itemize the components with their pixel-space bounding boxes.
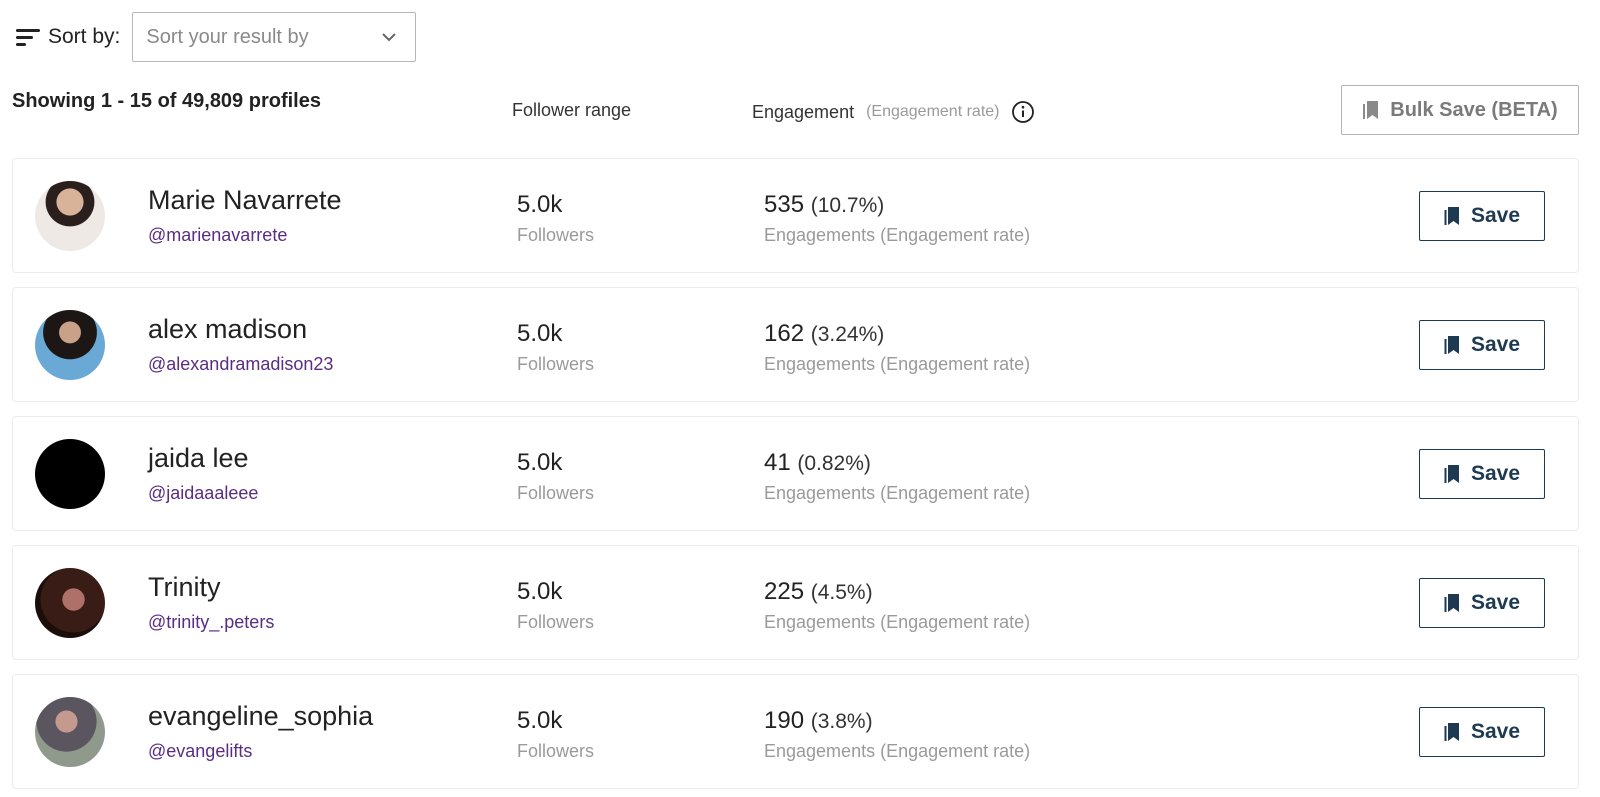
engagement-rate-header-label: (Engagement rate) xyxy=(866,103,1000,120)
save-button[interactable]: Save xyxy=(1419,578,1545,628)
avatar[interactable] xyxy=(35,568,105,638)
save-label: Save xyxy=(1470,591,1521,614)
profile-handle[interactable]: @evangelifts xyxy=(148,741,252,762)
chevron-down-icon xyxy=(382,33,397,42)
profile-handle[interactable]: @trinity_.peters xyxy=(148,612,274,633)
profile-name[interactable]: Trinity xyxy=(148,572,221,603)
engagements-count: 162 xyxy=(764,320,805,347)
profile-name[interactable]: evangeline_sophia xyxy=(148,701,373,732)
engagement-value: 535 (10.7%) xyxy=(764,191,884,219)
engagements-count: 225 xyxy=(764,578,805,605)
save-button[interactable]: Save xyxy=(1419,320,1545,370)
info-icon[interactable] xyxy=(1011,100,1035,124)
save-label: Save xyxy=(1470,462,1521,485)
bookmark-icon xyxy=(1444,336,1459,354)
avatar[interactable] xyxy=(35,439,105,509)
engagement-label: Engagements (Engagement rate) xyxy=(764,354,1031,374)
followers-count: 5.0k xyxy=(517,191,563,218)
followers-count: 5.0k xyxy=(517,707,563,734)
sort-label: Sort by: xyxy=(48,25,121,48)
save-button[interactable]: Save xyxy=(1419,707,1545,757)
engagement-label: Engagements (Engagement rate) xyxy=(764,612,1031,632)
engagement-value: 190 (3.8%) xyxy=(764,707,873,735)
followers-label: Followers xyxy=(517,354,595,374)
sort-bar: Sort by: Sort your result by xyxy=(14,12,417,62)
engagement-rate: (3.8%) xyxy=(810,710,873,733)
profile-handle[interactable]: @marienavarrete xyxy=(148,225,287,246)
profile-row: evangeline_sophia @evangelifts 5.0k Foll… xyxy=(12,674,1579,789)
avatar[interactable] xyxy=(35,697,105,767)
engagement-rate: (3.24%) xyxy=(810,323,885,346)
profile-name[interactable]: Marie Navarrete xyxy=(148,185,342,216)
profile-handle[interactable]: @jaidaaaleee xyxy=(148,483,258,504)
bookmark-icon xyxy=(1444,594,1459,612)
engagement-label: Engagements (Engagement rate) xyxy=(764,741,1031,761)
save-label: Save xyxy=(1470,333,1521,356)
bookmark-icon xyxy=(1444,207,1459,225)
followers-label: Followers xyxy=(517,612,595,632)
followers-label: Followers xyxy=(517,741,595,761)
save-button[interactable]: Save xyxy=(1419,191,1545,241)
engagement-rate: (4.5%) xyxy=(810,581,873,604)
profile-row: jaida lee @jaidaaaleee 5.0k Followers 41… xyxy=(12,416,1579,531)
bulk-save-button[interactable]: Bulk Save (BETA) xyxy=(1341,85,1579,135)
engagement-value: 41 (0.82%) xyxy=(764,449,871,477)
engagement-rate: (0.82%) xyxy=(797,452,871,475)
engagement-label: Engagements (Engagement rate) xyxy=(764,483,1031,503)
column-header-follower-range: Follower range xyxy=(512,100,632,120)
followers-count: 5.0k xyxy=(517,449,563,476)
engagements-count: 190 xyxy=(764,707,805,734)
engagements-count: 535 xyxy=(764,191,805,218)
avatar[interactable] xyxy=(35,181,105,251)
bookmark-icon xyxy=(1444,723,1459,741)
followers-label: Followers xyxy=(517,483,595,503)
results-summary: Showing 1 - 15 of 49,809 profiles xyxy=(12,90,321,112)
engagement-value: 225 (4.5%) xyxy=(764,578,873,606)
avatar[interactable] xyxy=(35,310,105,380)
save-label: Save xyxy=(1470,720,1521,743)
sort-select-placeholder: Sort your result by xyxy=(146,25,309,48)
profile-name[interactable]: jaida lee xyxy=(148,443,249,474)
profile-row: Trinity @trinity_.peters 5.0k Followers … xyxy=(12,545,1579,660)
bookmark-icon xyxy=(1444,465,1459,483)
engagement-header-label: Engagement xyxy=(752,101,855,122)
sort-lines-icon xyxy=(14,26,42,48)
engagement-rate: (10.7%) xyxy=(810,194,885,217)
save-button[interactable]: Save xyxy=(1419,449,1545,499)
engagements-count: 41 xyxy=(764,449,791,476)
bulk-save-label: Bulk Save (BETA) xyxy=(1390,98,1558,121)
profile-row: Marie Navarrete @marienavarrete 5.0k Fol… xyxy=(12,158,1579,273)
engagement-value: 162 (3.24%) xyxy=(764,320,884,348)
column-header-engagement: Engagement (Engagement rate) xyxy=(752,100,1035,124)
bookmark-icon xyxy=(1363,101,1379,119)
followers-label: Followers xyxy=(517,225,595,245)
followers-count: 5.0k xyxy=(517,320,563,347)
profile-name[interactable]: alex madison xyxy=(148,314,307,345)
save-label: Save xyxy=(1470,204,1521,227)
sort-select[interactable]: Sort your result by xyxy=(132,12,417,62)
followers-count: 5.0k xyxy=(517,578,563,605)
profile-row: alex madison @alexandramadison23 5.0k Fo… xyxy=(12,287,1579,402)
profile-handle[interactable]: @alexandramadison23 xyxy=(148,354,333,375)
engagement-label: Engagements (Engagement rate) xyxy=(764,225,1031,245)
